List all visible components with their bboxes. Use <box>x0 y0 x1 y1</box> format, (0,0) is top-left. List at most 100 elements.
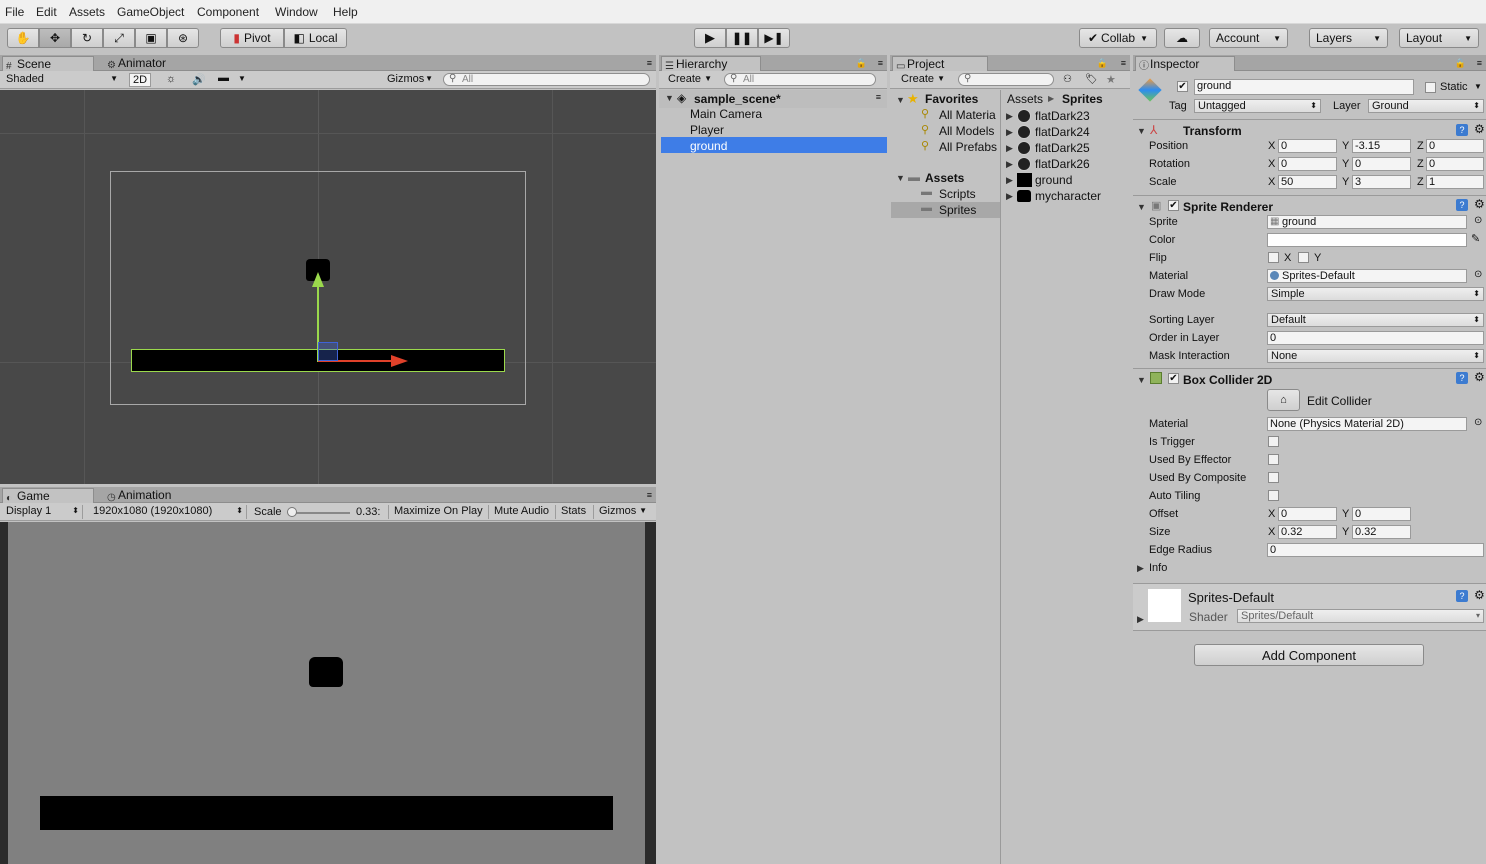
resolution-dropdown[interactable]: 1920x1080 (1920x1080) ⬍ <box>90 505 247 519</box>
object-picker-icon[interactable]: ⊙ <box>1474 417 1482 428</box>
filter-label-icon[interactable]: 🏷 <box>1085 74 1098 85</box>
is-trigger-checkbox[interactable] <box>1268 436 1279 447</box>
menu-component[interactable]: Component <box>197 5 259 19</box>
breadcrumb-sprites[interactable]: Sprites <box>1062 92 1103 106</box>
sprite-renderer-enabled-checkbox[interactable]: ✔ <box>1168 200 1179 211</box>
gear-icon[interactable]: ⚙ <box>1474 370 1485 384</box>
panel-menu-icon[interactable]: ≡ <box>647 58 652 68</box>
offset-y-field[interactable]: 0 <box>1352 507 1411 521</box>
menu-gameobject[interactable]: GameObject <box>117 5 184 19</box>
hand-tool-icon[interactable]: ✋ <box>7 28 39 48</box>
scale-slider-track[interactable] <box>290 512 350 514</box>
move-gizmo-plane-handle[interactable] <box>318 342 338 361</box>
scene-viewport[interactable] <box>0 90 656 484</box>
shader-dropdown[interactable]: Sprites/Default ▾ <box>1237 609 1484 623</box>
lock-icon[interactable]: 🔒 <box>856 58 867 69</box>
layer-dropdown[interactable]: Ground ⬍ <box>1368 99 1484 113</box>
local-toggle[interactable]: ◧ Local <box>284 28 347 48</box>
game-viewport[interactable] <box>8 522 645 864</box>
expand-triangle-icon[interactable]: ▼ <box>896 95 905 105</box>
expand-triangle-icon[interactable]: ▼ <box>896 173 905 183</box>
tab-project[interactable]: ▭ Project <box>892 56 988 72</box>
edge-radius-field[interactable]: 0 <box>1267 543 1484 557</box>
scale-slider-handle[interactable] <box>287 507 297 517</box>
sorting-layer-dropdown[interactable]: Default ⬍ <box>1267 313 1484 327</box>
panel-menu-icon[interactable]: ≡ <box>1121 58 1126 68</box>
size-x-field[interactable]: 0.32 <box>1278 525 1337 539</box>
menu-help[interactable]: Help <box>333 5 358 19</box>
expand-triangle-icon[interactable]: ▶ <box>1006 127 1013 138</box>
menu-file[interactable]: File <box>5 5 24 19</box>
order-in-layer-field[interactable]: 0 <box>1267 331 1484 345</box>
used-by-composite-checkbox[interactable] <box>1268 472 1279 483</box>
help-icon[interactable]: ? <box>1456 124 1468 136</box>
scale-tool-icon[interactable]: ⤢ <box>103 28 135 48</box>
help-icon[interactable]: ? <box>1456 199 1468 211</box>
help-icon[interactable]: ? <box>1456 372 1468 384</box>
hierarchy-create-dropdown[interactable]: Create ▼ <box>665 73 715 87</box>
asset-item[interactable]: ▶ flatDark26 <box>1002 156 1130 172</box>
effects-icon[interactable]: ▬ <box>218 72 229 84</box>
audio-icon[interactable]: 🔊 <box>192 73 206 86</box>
play-button[interactable]: ▶ <box>694 28 726 48</box>
favorite-all-materials[interactable]: ⚲ All Materia <box>890 107 1000 123</box>
scale-x-field[interactable]: 50 <box>1278 175 1337 189</box>
hierarchy-item-player[interactable]: Player <box>659 122 887 138</box>
color-swatch[interactable] <box>1267 233 1467 247</box>
asset-item[interactable]: ▶ mycharacter <box>1002 188 1130 204</box>
asset-item[interactable]: ▶ flatDark23 <box>1002 108 1130 124</box>
active-checkbox[interactable]: ✔ <box>1177 81 1188 92</box>
gear-icon[interactable]: ⚙ <box>1474 122 1485 136</box>
2d-toggle[interactable]: 2D <box>129 73 151 87</box>
tab-animator[interactable]: ⚙ Animator <box>104 56 194 71</box>
favorite-star-icon[interactable]: ★ <box>1106 73 1116 86</box>
object-picker-icon[interactable]: ⊙ <box>1474 215 1482 226</box>
rotation-z-field[interactable]: 0 <box>1426 157 1484 171</box>
mask-interaction-dropdown[interactable]: None ⬍ <box>1267 349 1484 363</box>
move-tool-icon[interactable]: ✥ <box>39 28 71 48</box>
hierarchy-item-main-camera[interactable]: Main Camera <box>659 106 887 122</box>
scene-search-input[interactable]: ⚲ All <box>443 73 650 86</box>
collider-material-field[interactable]: None (Physics Material 2D) <box>1267 417 1467 431</box>
panel-menu-icon[interactable]: ≡ <box>878 58 883 68</box>
tab-animation[interactable]: ◷ Animation <box>104 488 194 503</box>
help-icon[interactable]: ? <box>1456 590 1468 602</box>
move-gizmo-y-arrow[interactable] <box>312 272 324 287</box>
add-component-button[interactable]: Add Component <box>1194 644 1424 666</box>
hierarchy-item-ground[interactable]: ground <box>661 137 887 153</box>
lock-icon[interactable]: 🔒 <box>1455 58 1466 69</box>
folder-sprites[interactable]: ▬ Sprites <box>891 202 1000 218</box>
filter-type-icon[interactable]: ⚇ <box>1063 74 1072 85</box>
tab-game[interactable]: ◐ Game <box>2 488 94 504</box>
lock-icon[interactable]: 🔒 <box>1097 58 1108 69</box>
expand-triangle-icon[interactable]: ▶ <box>1006 159 1013 170</box>
expand-triangle-icon[interactable]: ▶ <box>1137 563 1144 574</box>
menu-assets[interactable]: Assets <box>69 5 105 19</box>
material-field[interactable]: Sprites-Default <box>1267 269 1467 283</box>
expand-triangle-icon[interactable]: ▼ <box>1137 202 1146 212</box>
expand-triangle-icon[interactable]: ▼ <box>665 93 674 103</box>
asset-item[interactable]: ▶ flatDark25 <box>1002 140 1130 156</box>
favorite-all-prefabs[interactable]: ⚲ All Prefabs <box>890 139 1000 155</box>
folder-scripts[interactable]: ▬ Scripts <box>890 186 1000 202</box>
layout-dropdown[interactable]: Layout ▼ <box>1399 28 1479 48</box>
tab-hierarchy[interactable]: ☰ Hierarchy <box>661 56 761 72</box>
position-y-field[interactable]: -3.15 <box>1352 139 1411 153</box>
info-foldout[interactable]: Info <box>1149 562 1167 574</box>
tag-dropdown[interactable]: Untagged ⬍ <box>1194 99 1321 113</box>
edit-collider-button[interactable]: ⌂ <box>1267 389 1300 411</box>
mute-audio-toggle[interactable]: Mute Audio <box>488 505 554 519</box>
position-z-field[interactable]: 0 <box>1426 139 1484 153</box>
expand-triangle-icon[interactable]: ▼ <box>1137 375 1146 385</box>
rotate-tool-icon[interactable]: ↻ <box>71 28 103 48</box>
expand-triangle-icon[interactable]: ▼ <box>1137 126 1146 136</box>
gear-icon[interactable]: ⚙ <box>1474 588 1485 602</box>
gizmos-dropdown[interactable]: Gizmos ▼ <box>384 73 436 87</box>
game-gizmos-dropdown[interactable]: Gizmos ▼ <box>593 505 650 519</box>
chevron-down-icon[interactable]: ▼ <box>238 74 246 83</box>
pause-button[interactable]: ❚❚ <box>726 28 758 48</box>
box-collider-enabled-checkbox[interactable]: ✔ <box>1168 373 1179 384</box>
shading-dropdown[interactable]: Shaded ▼ <box>3 73 121 87</box>
rotation-x-field[interactable]: 0 <box>1278 157 1337 171</box>
project-create-dropdown[interactable]: Create ▼ <box>898 73 948 87</box>
